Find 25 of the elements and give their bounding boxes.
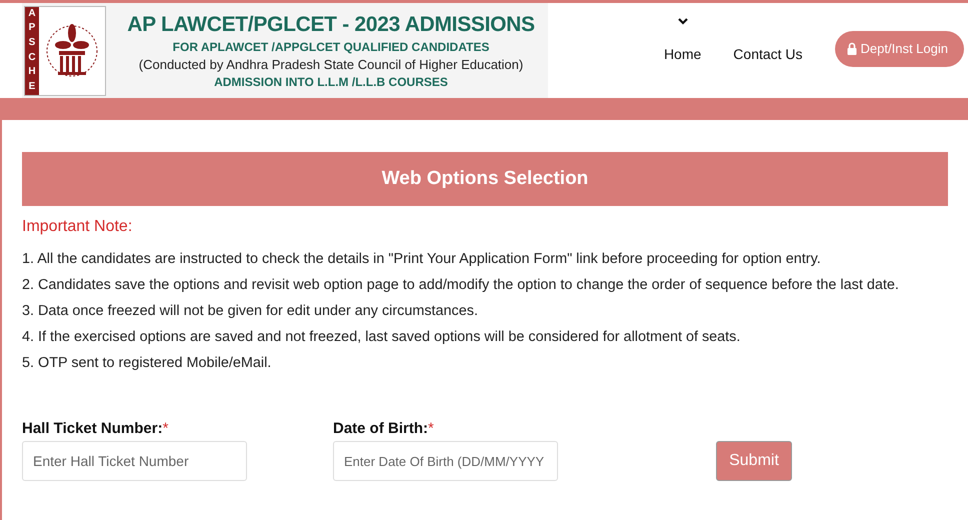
input-field[interactable]: Enter Date Of Birth (DD/MM/YYYY	[333, 441, 558, 481]
section-title-bar: Web Options Selection	[22, 152, 948, 206]
banner-subtitle: ADMISSION INTO L.L.M /L.L.B COURSES	[214, 74, 448, 88]
dropdown-caret-icon[interactable]	[678, 18, 688, 24]
logo-letter: H	[28, 67, 36, 78]
note-item: 2. Candidates save the options and revisit web option page to add/modify the option to change the order of sequence before the last date.	[22, 276, 900, 295]
logo-letter: A	[28, 8, 36, 19]
input-field[interactable]: Enter Hall Ticket Number	[22, 441, 247, 481]
note-item: 1. All the candidates are instructed to check the details in "Print Your Application Form" link before proceeding for option entry.	[22, 250, 822, 269]
note-heading: Important Note:	[22, 218, 134, 236]
note-item: 4. If the exercised options are saved and not freezed, last saved options will be considered for allotment of seats.	[22, 328, 742, 347]
banner-subtitle: FOR APLAWCET /APPGLCET QUALIFIED CANDIDATES	[172, 40, 490, 54]
banner-subtitle: (Conducted by Andhra Pradesh State Council of Higher Education)	[138, 56, 524, 72]
logo-letter: S	[28, 38, 36, 48]
logo-letter: P	[28, 23, 36, 34]
note-item: 3. Data once freezed will not be given for edit under any circumstances.	[22, 302, 479, 321]
logo-letter: E	[28, 82, 36, 92]
lock-icon	[846, 42, 857, 55]
nav-link[interactable]: Home	[664, 40, 702, 62]
banner-title: AP LAWCET/PGLCET - 2023 ADMISSIONS	[127, 12, 535, 36]
field-label: Hall Ticket Number:*	[22, 420, 170, 437]
field-label: Date of Birth:*	[333, 420, 435, 437]
note-item: 5. OTP sent to registered Mobile/eMail.	[22, 354, 272, 373]
logo-letter: C	[28, 52, 36, 63]
nav-link[interactable]: Contact Us	[733, 40, 803, 62]
